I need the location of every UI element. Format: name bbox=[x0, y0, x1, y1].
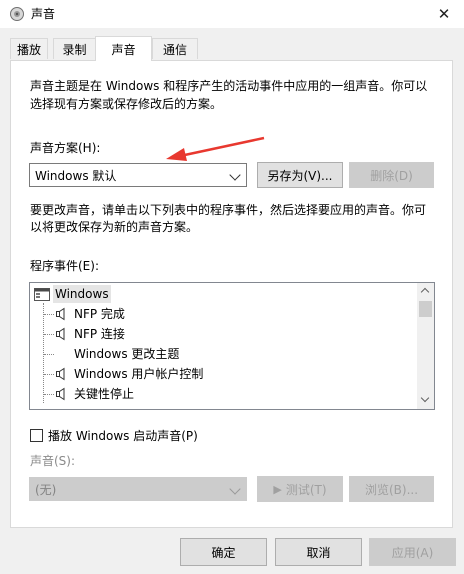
ok-button[interactable]: 确定 bbox=[180, 538, 267, 566]
startup-sound-label: 播放 Windows 启动声音(P) bbox=[48, 429, 198, 443]
sound-label: 声音(S): bbox=[30, 454, 76, 468]
list-item-label: NFP 连接 bbox=[74, 327, 125, 341]
tab-sounds[interactable]: 声音 bbox=[95, 36, 152, 61]
test-button[interactable]: ▶ 测试(T) bbox=[257, 476, 343, 502]
window-title: 声音 bbox=[31, 7, 56, 21]
browse-button[interactable]: 浏览(B)... bbox=[349, 476, 434, 502]
tab-playback[interactable]: 播放 bbox=[10, 38, 48, 59]
annotation-arrow bbox=[166, 136, 265, 161]
speaker-icon bbox=[56, 307, 65, 321]
close-button[interactable]: ✕ bbox=[424, 0, 464, 28]
sound-select-value: (无) bbox=[35, 483, 57, 497]
tab-label: 播放 bbox=[16, 42, 41, 57]
list-item-label: Windows 更改主题 bbox=[74, 347, 180, 361]
tab-label: 声音 bbox=[111, 42, 136, 57]
chevron-down-icon bbox=[229, 483, 241, 495]
speaker-icon bbox=[56, 327, 65, 341]
speaker-icon bbox=[56, 367, 65, 381]
save-as-button[interactable]: 另存为(V)... bbox=[257, 162, 343, 188]
list-item[interactable]: 关键性停止 bbox=[30, 384, 415, 404]
events-label: 程序事件(E): bbox=[30, 259, 99, 273]
cancel-button[interactable]: 取消 bbox=[275, 538, 362, 566]
window-group-icon bbox=[34, 288, 50, 301]
tab-label: 通信 bbox=[162, 42, 187, 57]
scheme-select[interactable]: Windows 默认 bbox=[29, 163, 247, 187]
list-item[interactable]: Windows 更改主题 bbox=[30, 344, 415, 364]
scheme-select-value: Windows 默认 bbox=[35, 169, 117, 183]
apply-button[interactable]: 应用(A) bbox=[369, 538, 456, 566]
scheme-label: 声音方案(H): bbox=[30, 141, 101, 155]
list-scrollbar[interactable] bbox=[417, 283, 434, 409]
program-events-list[interactable]: Windows NFP 完成 NFP 连接 Windows 更改主题 Windo… bbox=[29, 282, 435, 410]
tab-communications[interactable]: 通信 bbox=[152, 38, 198, 59]
delete-button[interactable]: 删除(D) bbox=[349, 162, 434, 188]
intro-text-line-2: 选择现有方案或保存修改后的方案。 bbox=[30, 97, 223, 111]
scroll-thumb[interactable] bbox=[419, 301, 432, 317]
test-button-label: 测试(T) bbox=[285, 482, 327, 497]
play-icon: ▶ bbox=[273, 482, 282, 496]
scroll-up-icon[interactable] bbox=[420, 287, 430, 297]
list-item-windows[interactable]: Windows bbox=[30, 284, 415, 304]
tab-recording[interactable]: 录制 bbox=[53, 38, 96, 59]
list-item-label: Windows 用户帐户控制 bbox=[74, 367, 204, 381]
scroll-down-icon[interactable] bbox=[420, 393, 430, 403]
startup-sound-checkbox-row[interactable]: 播放 Windows 启动声音(P) bbox=[30, 427, 198, 444]
title-bar bbox=[0, 0, 464, 28]
change-text-line-2: 以将更改保存为新的声音方案。 bbox=[30, 220, 199, 234]
speaker-app-icon bbox=[10, 7, 24, 21]
speaker-icon bbox=[56, 387, 65, 401]
list-item[interactable]: NFP 完成 bbox=[30, 304, 415, 324]
list-item-label: Windows bbox=[53, 285, 111, 303]
list-item-label: NFP 完成 bbox=[74, 307, 125, 321]
list-item[interactable]: NFP 连接 bbox=[30, 324, 415, 344]
intro-text-line-1: 声音主题是在 Windows 和程序产生的活动事件中应用的一组声音。你可以 bbox=[30, 79, 428, 93]
close-icon: ✕ bbox=[437, 5, 451, 23]
startup-sound-checkbox[interactable] bbox=[30, 429, 43, 442]
list-item-label: 关键性停止 bbox=[74, 387, 135, 401]
list-item[interactable]: Windows 用户帐户控制 bbox=[30, 364, 415, 384]
chevron-down-icon bbox=[229, 169, 241, 181]
tab-label: 录制 bbox=[62, 42, 87, 57]
sound-select[interactable]: (无) bbox=[29, 477, 247, 501]
